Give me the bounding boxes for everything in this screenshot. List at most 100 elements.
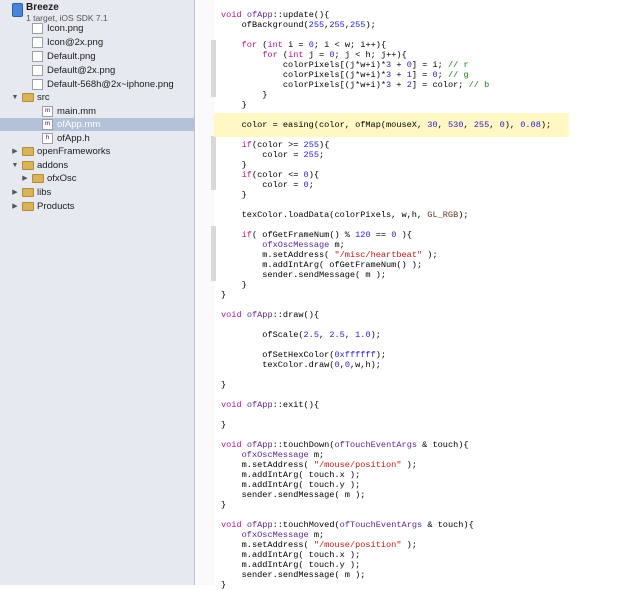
- navigator-item-label: addons: [37, 160, 69, 171]
- code-line[interactable]: void ofApp::touchDown(ofTouchEventArgs &…: [221, 440, 469, 450]
- png-file-icon: [32, 51, 43, 62]
- code-line[interactable]: colorPixels[(j*w+i)*3 + 0] = i; // r: [221, 60, 469, 70]
- code-line[interactable]: m.setAddress( "/misc/heartbeat" );: [221, 250, 437, 260]
- code-line[interactable]: ofxOscMessage m;: [221, 530, 325, 540]
- navigator-item-label: openFrameworks: [37, 146, 111, 157]
- code-line[interactable]: }: [221, 190, 247, 200]
- code-line[interactable]: m.addIntArg( ofGetFrameNum() );: [221, 260, 422, 270]
- navigator-item[interactable]: ▶ Products: [0, 200, 194, 213]
- code-line[interactable]: ofScale(2.5, 2.5, 1.0);: [221, 330, 381, 340]
- navigator-item[interactable]: ▶ libs: [0, 186, 194, 199]
- code-line[interactable]: ofSetHexColor(0xffffff);: [221, 350, 386, 360]
- code-line[interactable]: for (int j = 0; j < h; j++){: [221, 50, 406, 60]
- navigator-item[interactable]: ▼ addons: [0, 159, 194, 172]
- disclosure-closed-icon[interactable]: ▶: [11, 186, 19, 199]
- code-line[interactable]: for (int i = 0; i < w; i++){: [221, 40, 386, 50]
- navigator-item-label: Default-568h@2x~iphone.png: [47, 79, 174, 90]
- header-file-icon: h: [42, 133, 53, 144]
- code-line[interactable]: ofxOscMessage m;: [221, 240, 345, 250]
- code-line[interactable]: texColor.draw(0,0,w,h);: [221, 360, 381, 370]
- xcode-project-icon: [12, 3, 23, 17]
- code-line[interactable]: texColor.loadData(colorPixels, w,h, GL_R…: [221, 210, 469, 220]
- code-line[interactable]: sender.sendMessage( m );: [221, 570, 366, 580]
- code-editor[interactable]: void ofApp::update(){ ofBackground(255,2…: [196, 0, 620, 590]
- mm-file-icon: m: [42, 119, 53, 130]
- project-navigator: Breeze 1 target, iOS SDK 7.1 Icon.png Ico…: [0, 0, 195, 585]
- code-line[interactable]: if(color <= 0){: [221, 170, 319, 180]
- navigator-item[interactable]: Default.png: [0, 50, 194, 63]
- navigator-item-label: ofxOsc: [47, 173, 77, 184]
- code-focus-ribbon: [211, 136, 216, 190]
- code-line[interactable]: m.addIntArg( touch.y );: [221, 560, 361, 570]
- code-focus-ribbon: [211, 226, 216, 281]
- disclosure-open-icon[interactable]: ▼: [11, 91, 19, 104]
- disclosure-open-icon[interactable]: ▼: [11, 159, 19, 172]
- code-line[interactable]: }: [221, 280, 247, 290]
- disclosure-closed-icon[interactable]: ▶: [11, 200, 19, 213]
- mm-file-icon: m: [42, 106, 53, 117]
- navigator-item-label: libs: [37, 187, 52, 198]
- project-row[interactable]: Breeze 1 target, iOS SDK 7.1: [0, 0, 194, 24]
- navigator-item-label: Products: [37, 201, 75, 212]
- code-line[interactable]: ofBackground(255,255,255);: [221, 20, 376, 30]
- navigator-item-label: Default.png: [47, 51, 96, 62]
- folder-icon: [32, 174, 44, 183]
- code-line[interactable]: sender.sendMessage( m );: [221, 270, 386, 280]
- code-line[interactable]: }: [221, 500, 226, 510]
- navigator-item[interactable]: Default@2x.png: [0, 64, 194, 77]
- png-file-icon: [32, 65, 43, 76]
- navigator-item-label: main.mm: [57, 106, 97, 117]
- code-line[interactable]: color = 255;: [221, 150, 324, 160]
- disclosure-closed-icon[interactable]: ▶: [11, 145, 19, 158]
- navigator-item-label: src: [37, 92, 50, 103]
- navigator-item[interactable]: Icon.png: [0, 22, 194, 35]
- code-line[interactable]: m.addIntArg( touch.x );: [221, 550, 361, 560]
- code-focus-ribbon: [211, 40, 216, 97]
- navigator-item[interactable]: ▶ openFrameworks: [0, 145, 194, 158]
- code-line[interactable]: }: [221, 580, 226, 590]
- code-line[interactable]: }: [221, 90, 267, 100]
- code-line[interactable]: sender.sendMessage( m );: [221, 490, 366, 500]
- code-line[interactable]: m.setAddress( "/mouse/position" );: [221, 460, 417, 470]
- navigator-item[interactable]: h ofApp.h: [0, 132, 194, 145]
- disclosure-closed-icon[interactable]: ▶: [21, 172, 29, 185]
- navigator-item-label: Default@2x.png: [47, 65, 116, 76]
- code-line[interactable]: }: [221, 380, 226, 390]
- code-line[interactable]: m.addIntArg( touch.x );: [221, 470, 361, 480]
- navigator-item-label: ofApp.h: [57, 133, 90, 144]
- navigator-item-label: ofApp.mm: [57, 119, 101, 130]
- code-line[interactable]: }: [221, 100, 247, 110]
- code-line[interactable]: }: [221, 160, 247, 170]
- code-line[interactable]: }: [221, 420, 226, 430]
- code-line[interactable]: if( ofGetFrameNum() % 120 == 0 ){: [221, 230, 412, 240]
- code-line[interactable]: void ofApp::update(){: [221, 10, 329, 20]
- folder-icon: [22, 202, 34, 211]
- navigator-item[interactable]: Default-568h@2x~iphone.png: [0, 78, 194, 91]
- code-line[interactable]: colorPixels[(j*w+i)*3 + 2] = color; // b: [221, 80, 489, 90]
- code-line[interactable]: }: [221, 290, 226, 300]
- navigator-item-label: Icon@2x.png: [47, 37, 104, 48]
- code-line[interactable]: ofxOscMessage m;: [221, 450, 325, 460]
- navigator-item[interactable]: m main.mm: [0, 105, 194, 118]
- navigator-item[interactable]: ▼ src: [0, 91, 194, 104]
- code-line[interactable]: void ofApp::touchMoved(ofTouchEventArgs …: [221, 520, 474, 530]
- navigator-item[interactable]: m ofApp.mm: [0, 118, 194, 131]
- code-line[interactable]: if(color >= 255){: [221, 140, 330, 150]
- png-file-icon: [32, 37, 43, 48]
- code-line[interactable]: colorPixels[(j*w+i)*3 + 1] = 0; // g: [221, 70, 469, 80]
- png-file-icon: [32, 23, 43, 34]
- folder-icon: [22, 93, 34, 102]
- navigator-item[interactable]: ▶ ofxOsc: [0, 172, 194, 185]
- code-line[interactable]: void ofApp::draw(){: [221, 310, 319, 320]
- code-line[interactable]: m.addIntArg( touch.y );: [221, 480, 361, 490]
- code-line[interactable]: m.setAddress( "/mouse/position" );: [221, 540, 417, 550]
- folder-icon: [22, 188, 34, 197]
- navigator-item[interactable]: Icon@2x.png: [0, 36, 194, 49]
- png-file-icon: [32, 79, 43, 90]
- code-line[interactable]: void ofApp::exit(){: [221, 400, 319, 410]
- folder-icon: [22, 147, 34, 156]
- folder-icon: [22, 161, 34, 170]
- navigator-item-label: Icon.png: [47, 23, 84, 34]
- code-line[interactable]: color = 0;: [221, 180, 314, 190]
- code-line[interactable]: color = easing(color, ofMap(mouseX, 30, …: [221, 120, 552, 130]
